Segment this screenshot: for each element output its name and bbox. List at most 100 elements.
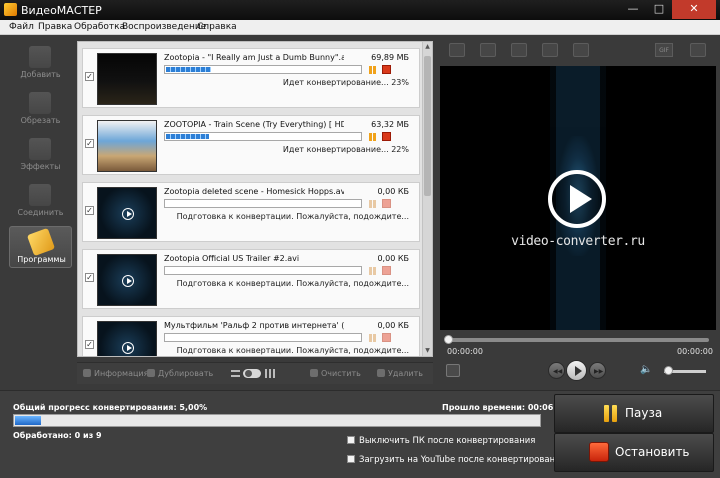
camera-icon[interactable] (542, 43, 558, 57)
title-bar: ВидеоМАСТЕР — □ ✕ (0, 0, 720, 20)
duplicate-button[interactable]: Дублировать (147, 369, 213, 378)
seek-bar[interactable] (444, 335, 709, 344)
clear-button[interactable]: Очистить (310, 369, 361, 378)
forward-icon: ▶▶ (594, 368, 604, 375)
join-label: Соединить (17, 208, 64, 217)
file-size: 63,32 МБ (371, 120, 409, 129)
menu-processing[interactable]: Обработка (74, 22, 125, 32)
file-status: Подготовка к конвертации. Пожалуйста, по… (176, 346, 409, 355)
effects-icon (29, 138, 51, 160)
file-progress-fill (166, 67, 211, 72)
app-logo-icon (4, 3, 17, 16)
play-icon (122, 342, 134, 354)
forward-button[interactable]: ▶▶ (589, 362, 606, 379)
file-name: Zootopia deleted scene - Homesick Hopps.… (164, 187, 344, 196)
file-row[interactable]: ✓ Zootopia - "I Really am Just a Dumb Bu… (82, 48, 420, 108)
join-icon (29, 184, 51, 206)
processed-count: Обработано: 0 из 9 (13, 431, 102, 440)
volume-knob[interactable] (664, 366, 673, 375)
file-row[interactable]: ✓ Zootopia Official US Trailer #2.avi 0,… (82, 249, 420, 309)
scroll-down-icon[interactable]: ▼ (423, 347, 432, 356)
seek-knob[interactable] (444, 335, 453, 344)
file-row[interactable]: ✓ ZOOTOPIA - Train Scene (Try Everything… (82, 115, 420, 175)
scroll-thumb[interactable] (424, 56, 431, 196)
menu-help[interactable]: Справка (197, 22, 237, 32)
delete-icon (377, 369, 385, 377)
info-button[interactable]: Информация (83, 369, 148, 378)
pause-file-icon[interactable] (368, 65, 378, 75)
file-status: Подготовка к конвертации. Пожалуйста, по… (176, 279, 409, 288)
add-film-icon (29, 46, 51, 68)
stop-file-icon[interactable] (382, 199, 391, 208)
pause-button[interactable]: Пауза (554, 394, 714, 433)
menu-edit[interactable]: Правка (38, 22, 72, 32)
menu-bar: Файл Правка Обработка Воспроизведение Сп… (0, 20, 720, 35)
rewind-button[interactable]: ◀◀ (548, 362, 565, 379)
stop-label: Остановить (615, 445, 690, 459)
volume-icon[interactable]: 🔈 (640, 364, 655, 377)
pause-file-icon[interactable] (368, 333, 378, 343)
total-progress-label: Общий прогресс конвертирования: 5,00% (13, 403, 208, 412)
file-checkbox[interactable]: ✓ (85, 72, 94, 81)
menu-file[interactable]: Файл (9, 22, 34, 32)
shutdown-checkbox-box[interactable] (347, 436, 355, 444)
pause-file-icon[interactable] (368, 132, 378, 142)
scroll-up-icon[interactable]: ▲ (423, 43, 432, 53)
brightness-icon[interactable] (511, 43, 527, 57)
cut-button[interactable]: Обрезать (9, 88, 72, 130)
file-progress-bar (164, 199, 362, 208)
file-name: Zootopia Official US Trailer #2.avi (164, 254, 300, 263)
play-overlay-icon[interactable] (548, 170, 606, 228)
gif-icon[interactable]: GIF (655, 43, 673, 57)
join-button[interactable]: Соединить (9, 180, 72, 222)
file-size: 0,00 КБ (377, 321, 409, 330)
effects-button[interactable]: Эффекты (9, 134, 72, 176)
speed-icon[interactable] (573, 43, 589, 57)
file-checkbox[interactable]: ✓ (85, 273, 94, 282)
file-status: Идет конвертирование... 22% (282, 145, 409, 154)
app-title: ВидеоМАСТЕР (21, 4, 102, 17)
file-checkbox[interactable]: ✓ (85, 206, 94, 215)
elapsed-time-label: Прошло времени: 00:06:31 (442, 403, 568, 412)
fullscreen-icon[interactable] (690, 43, 706, 57)
list-view-icon[interactable] (231, 370, 240, 377)
delete-button[interactable]: Удалить (377, 369, 423, 378)
file-size: 69,89 МБ (371, 53, 409, 62)
grid-view-icon[interactable] (265, 369, 275, 378)
view-toggle[interactable] (231, 369, 277, 378)
snapshot-icon[interactable] (446, 364, 460, 377)
stop-file-icon[interactable] (382, 132, 391, 141)
add-button[interactable]: Добавить (9, 42, 72, 84)
programs-button[interactable]: Программы (9, 226, 72, 268)
file-status: Подготовка к конвертации. Пожалуйста, по… (176, 212, 409, 221)
file-row[interactable]: ✓ Мультфильм 'Ральф 2 против интернета' … (82, 316, 420, 356)
youtube-checkbox[interactable]: Загрузить на YouTube после конвертирован… (347, 455, 566, 465)
time-total: 00:00:00 (677, 347, 713, 356)
stop-button[interactable]: Остановить (554, 433, 714, 472)
stop-file-icon[interactable] (382, 333, 391, 342)
crop-icon[interactable] (449, 43, 465, 57)
maximize-button[interactable]: □ (646, 0, 672, 19)
view-switch[interactable] (243, 369, 261, 378)
close-button[interactable]: ✕ (672, 0, 716, 19)
file-checkbox[interactable]: ✓ (85, 139, 94, 148)
delete-label: Удалить (388, 369, 423, 378)
play-button[interactable] (566, 360, 587, 381)
menu-playback[interactable]: Воспроизведение (122, 22, 206, 32)
list-scrollbar[interactable]: ▲ ▼ (422, 42, 432, 356)
pause-file-icon[interactable] (368, 266, 378, 276)
file-name: Мультфильм 'Ральф 2 против интернета' (2… (164, 321, 344, 330)
file-progress-fill (166, 134, 209, 139)
youtube-checkbox-box[interactable] (347, 455, 355, 463)
duplicate-label: Дублировать (158, 369, 214, 378)
stop-file-icon[interactable] (382, 266, 391, 275)
file-thumbnail (97, 321, 157, 356)
minimize-button[interactable]: — (620, 0, 646, 19)
rotate-icon[interactable] (480, 43, 496, 57)
file-checkbox[interactable]: ✓ (85, 340, 94, 349)
video-preview[interactable]: video-converter.ru (440, 66, 716, 330)
stop-file-icon[interactable] (382, 65, 391, 74)
file-row[interactable]: ✓ Zootopia deleted scene - Homesick Hopp… (82, 182, 420, 242)
pause-file-icon[interactable] (368, 199, 378, 209)
shutdown-checkbox[interactable]: Выключить ПК после конвертирования (347, 436, 535, 446)
